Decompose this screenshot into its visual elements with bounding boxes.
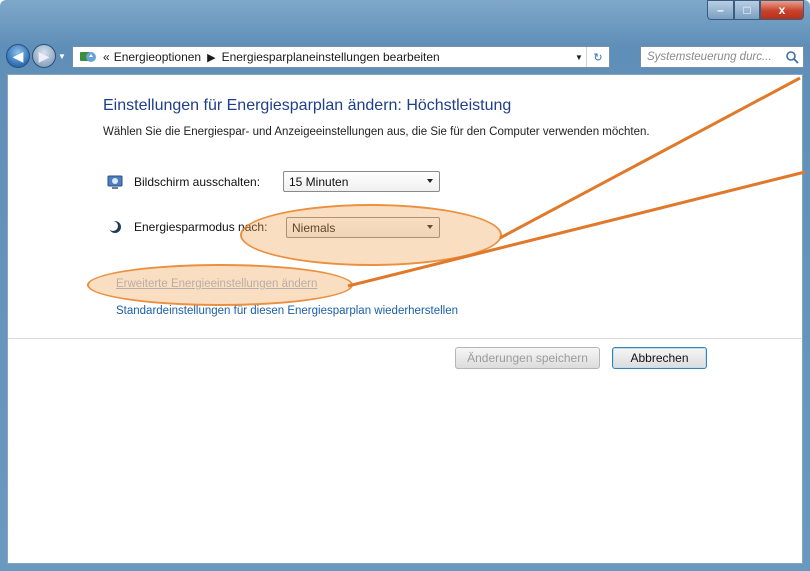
search-icon[interactable] [785,50,799,64]
arrow-right-icon: ▶ [38,47,50,64]
arrow-left-icon: ◀ [12,47,24,64]
window-controls: – □ x [707,0,804,20]
sleep-row: Energiesparmodus nach: [106,218,267,236]
save-changes-button[interactable]: Änderungen speichern [455,347,600,369]
page-title: Einstellungen für Energiesparplan ändern… [103,97,512,114]
refresh-icon[interactable]: ↻ [586,47,609,67]
page-subtitle: Wählen Sie die Energiespar- und Anzeigee… [103,126,650,138]
title-bar: – □ x [0,0,810,40]
sleep-label: Energiesparmodus nach: [134,220,268,234]
chevron-down-icon [427,179,433,183]
address-bar[interactable]: « Energieoptionen ▶ Energiesparplaneinst… [72,46,610,68]
display-off-select[interactable]: 15 Minuten [283,171,440,192]
address-dropdown-icon[interactable]: ▼ [571,47,587,67]
moon-icon [106,218,124,236]
cancel-button[interactable]: Abbrechen [612,347,707,369]
advanced-settings-link[interactable]: Erweiterte Energieeinstellungen ändern [116,278,317,290]
sleep-select[interactable]: Niemals [286,217,440,238]
display-off-value: 15 Minuten [289,174,349,189]
chevron-right-icon[interactable]: ▶ [207,51,215,64]
sleep-value: Niemals [292,220,336,235]
content-pane: Einstellungen für Energiesparplan ändern… [7,74,803,564]
minimize-button[interactable]: – [707,0,734,20]
restore-defaults-link[interactable]: Standardeinstellungen für diesen Energie… [116,305,458,317]
control-panel-icon [77,48,99,66]
search-input[interactable]: Systemsteuerung durc... [640,46,804,68]
breadcrumb-prefix[interactable]: « [103,50,110,64]
display-off-row: Bildschirm ausschalten: [106,173,260,191]
display-off-label: Bildschirm ausschalten: [134,175,261,189]
breadcrumb-energieoptionen[interactable]: Energieoptionen [114,50,201,64]
search-placeholder: Systemsteuerung durc... [647,51,772,63]
forward-button[interactable]: ▶ [32,44,56,68]
back-button[interactable]: ◀ [6,44,30,68]
breadcrumb-plan-settings[interactable]: Energiesparplaneinstellungen bearbeiten [222,50,440,64]
control-panel-window: – □ x ◀ ▶ ▼ « Energieoptionen ▶ Energies… [0,0,810,571]
divider [8,338,802,339]
monitor-icon [106,173,124,191]
maximize-button[interactable]: □ [734,0,760,20]
navigation-bar: ◀ ▶ ▼ « Energieoptionen ▶ Energiesparpla… [0,42,810,72]
recent-pages-dropdown[interactable]: ▼ [58,52,66,61]
chevron-down-icon [427,225,433,229]
close-button[interactable]: x [760,0,804,20]
